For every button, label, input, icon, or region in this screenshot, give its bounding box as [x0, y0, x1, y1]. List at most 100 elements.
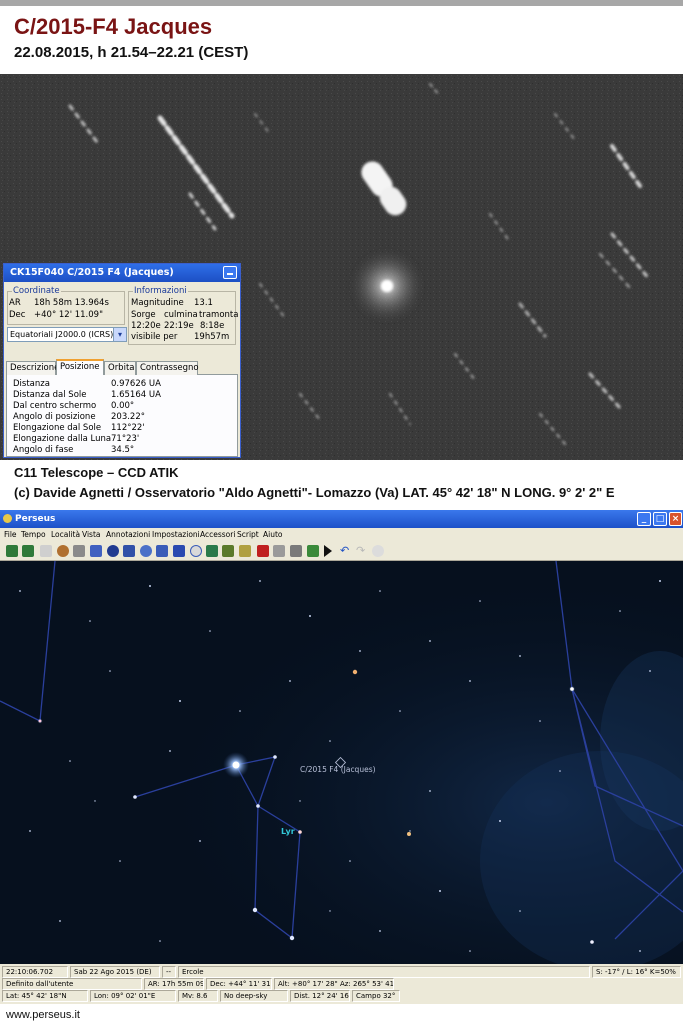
record-icon[interactable] — [257, 545, 269, 557]
menu-accessori[interactable]: Accessori — [200, 530, 235, 539]
status-separator: -- — [162, 966, 176, 978]
observation-date: 22.08.2015, h 21.54–22.21 (CEST) — [14, 44, 249, 61]
set-header: tramonta — [199, 310, 239, 320]
rise-header: Sorge — [131, 310, 156, 320]
status-alt-az: Alt: +80° 17' 28" Az: 265° 53' 41" — [274, 978, 394, 990]
perseus-logo-icon — [3, 514, 12, 523]
position-row: Distanza 0.97626 UA — [13, 379, 161, 389]
culmination-header: culmina — [164, 310, 198, 320]
labels-icon[interactable] — [173, 545, 185, 557]
object-info-window: CK15F040 C/2015 F4 (Jacques) Coordinate … — [3, 263, 241, 458]
status-view: S: -17° / L: 16° K=50% — [592, 966, 681, 978]
minimize-icon[interactable]: _ — [637, 512, 651, 526]
nebula-icon[interactable] — [123, 545, 135, 557]
comet-label[interactable]: C/2015 F4 (Jacques) — [300, 765, 376, 774]
zoom-in-icon[interactable] — [6, 545, 18, 557]
select-icon[interactable] — [40, 545, 52, 557]
sky-chart — [0, 560, 683, 971]
info-tabs: Descrizione Posizione Orbita Contrassegn… — [6, 359, 238, 376]
grid-icon[interactable] — [140, 545, 152, 557]
status-date: Sab 22 Ago 2015 (DE) — [70, 966, 160, 978]
visible-value: 19h57m — [194, 332, 230, 342]
clock-icon[interactable] — [190, 545, 202, 557]
minimize-button[interactable] — [223, 266, 237, 279]
status-dec: Dec: +44° 11' 31" — [206, 978, 272, 990]
status-lon: Lon: 09° 02' 01"E — [90, 990, 176, 1002]
culmination-time: 22:19e — [164, 321, 194, 331]
status-time: 22:10:06.702 — [2, 966, 68, 978]
constellation-label: Lyr — [281, 827, 295, 836]
footer-url[interactable]: www.perseus.it — [6, 1009, 80, 1021]
status-distance: Dist. 12° 24' 16" — [290, 990, 350, 1002]
position-row: Dal centro schermo 0.00° — [13, 401, 135, 411]
sky-map[interactable]: C/2015 F4 (Jacques) Lyr — [0, 560, 683, 971]
status-mv: Mv: 8.6 — [178, 990, 218, 1002]
rise-time: 12:20e — [131, 321, 161, 331]
printer-icon[interactable] — [290, 545, 302, 557]
magnitude-label: Magnitudine — [131, 298, 184, 308]
constellation-icon[interactable] — [156, 545, 168, 557]
info-window-title: CK15F040 C/2015 F4 (Jacques) — [4, 264, 240, 282]
telescope-icon[interactable] — [90, 545, 102, 557]
perseus-window: Perseus _ □ × File Tempo Località Vista … — [0, 510, 683, 1004]
status-field: Campo 32° — [352, 990, 400, 1002]
comet-icon[interactable] — [73, 545, 85, 557]
horizon-icon[interactable] — [206, 545, 218, 557]
planet-icon[interactable] — [57, 545, 69, 557]
toolbar: ↶ ↷ — [0, 542, 683, 561]
credit-caption: (c) Davide Agnetti / Osservatorio "Aldo … — [14, 485, 615, 500]
position-row: Angolo di posizione 203.22° — [13, 412, 145, 422]
tab-posizione[interactable]: Posizione — [56, 359, 104, 376]
menu-aiuto[interactable]: Aiuto — [263, 530, 283, 539]
status-lat: Lat: 45° 42' 18"N — [2, 990, 88, 1002]
status-constellation: Ercole — [178, 966, 590, 978]
status-deep-sky: No deep-sky — [220, 990, 288, 1002]
position-row: Distanza dal Sole 1.65164 UA — [13, 390, 161, 400]
coordinates-group-label: Coordinate — [12, 286, 61, 296]
top-divider — [0, 0, 683, 6]
menu-script[interactable]: Script — [237, 530, 259, 539]
coordinate-system-select[interactable]: Equatoriali J2000.0 (ICRS) ▾ — [7, 327, 127, 342]
settings-icon[interactable] — [307, 545, 319, 557]
status-ar: AR: 17h 55m 09s — [144, 978, 204, 990]
play-icon[interactable] — [324, 545, 332, 557]
equipment-caption: C11 Telescope – CCD ATIK — [14, 465, 179, 480]
menu-vista[interactable]: Vista — [82, 530, 101, 539]
redo-icon[interactable]: ↷ — [356, 545, 368, 557]
print-icon[interactable] — [273, 545, 285, 557]
tab-contrassegno[interactable]: Contrassegno — [136, 361, 199, 375]
status-user: Definito dall'utente — [2, 978, 142, 990]
zoom-out-icon[interactable] — [22, 545, 34, 557]
ar-label: AR — [9, 298, 21, 308]
tab-orbita[interactable]: Orbita — [104, 361, 136, 375]
tab-descrizione[interactable]: Descrizione — [6, 361, 59, 375]
galaxy-icon[interactable] — [107, 545, 119, 557]
app-titlebar: Perseus _ □ × — [0, 510, 683, 528]
undo-icon[interactable]: ↶ — [340, 545, 352, 557]
set-time: 8:18e — [200, 321, 225, 331]
ccd-photo: CK15F040 C/2015 F4 (Jacques) Coordinate … — [0, 74, 683, 460]
position-row: Angolo di fase 34.5° — [13, 445, 135, 455]
menu-annotazioni[interactable]: Annotazioni — [106, 530, 150, 539]
page-title: C/2015-F4 Jacques — [14, 14, 213, 39]
position-row: Elongazione dalla Luna 71°23' — [13, 434, 140, 444]
chevron-down-icon[interactable]: ▾ — [113, 328, 126, 341]
dec-value: +40° 12' 11.09" — [34, 310, 103, 320]
catalog-icon[interactable] — [239, 545, 251, 557]
close-icon[interactable]: × — [669, 512, 682, 526]
coordinate-system-value: Equatoriali J2000.0 (ICRS) — [10, 330, 114, 339]
menu-impostazioni[interactable]: Impostazioni — [152, 530, 200, 539]
position-panel: Distanza 0.97626 UA Distanza dal Sole 1.65… — [6, 375, 238, 457]
info-group-label: Informazioni — [133, 286, 188, 296]
menu-tempo[interactable]: Tempo — [21, 530, 46, 539]
menu-bar: File Tempo Località Vista Annotazioni Im… — [0, 528, 683, 542]
magnitude-value: 13.1 — [194, 298, 213, 308]
app-title: Perseus — [15, 514, 56, 524]
maximize-icon[interactable]: □ — [653, 512, 667, 526]
weather-icon[interactable] — [372, 545, 384, 557]
landscape-icon[interactable] — [222, 545, 234, 557]
status-bar: 22:10:06.702 Sab 22 Ago 2015 (DE) -- Erc… — [0, 964, 683, 1004]
menu-localita[interactable]: Località — [51, 530, 80, 539]
menu-file[interactable]: File — [4, 530, 17, 539]
visible-label: visibile per — [131, 332, 178, 342]
